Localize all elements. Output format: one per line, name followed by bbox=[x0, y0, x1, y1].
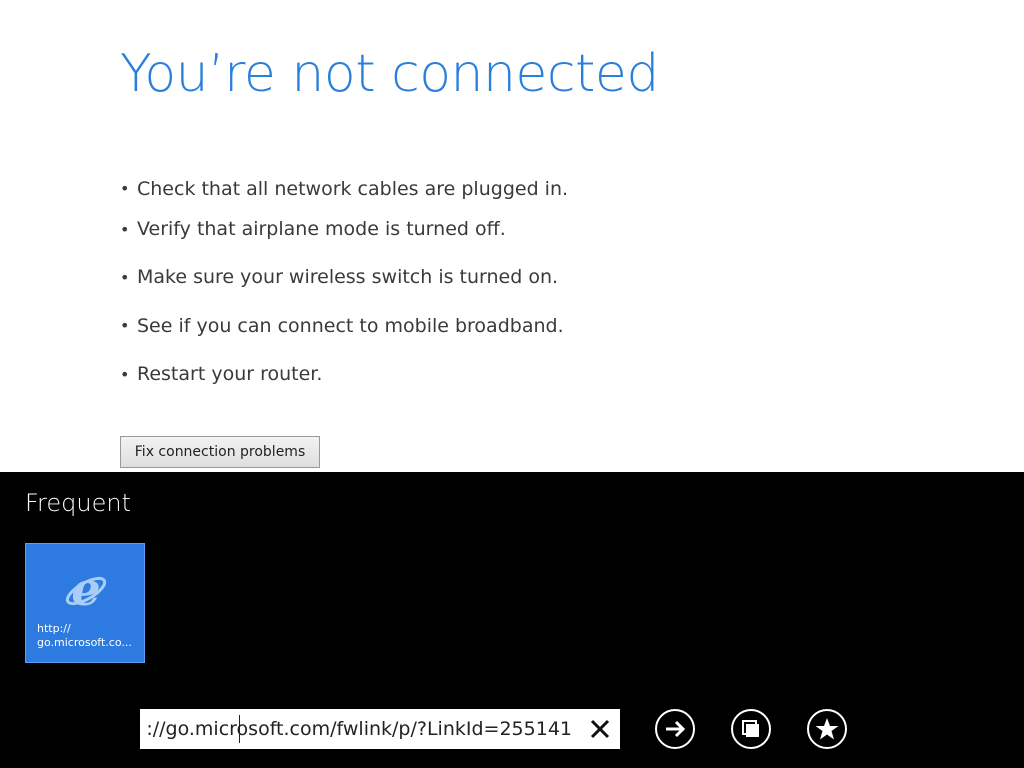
bullet: • bbox=[120, 316, 130, 336]
tab-pages-icon bbox=[742, 720, 759, 737]
address-bar[interactable]: p://go.microsoft.com/fwlink/p/?LinkId=25… bbox=[140, 709, 620, 749]
bullet: • bbox=[120, 364, 130, 384]
navigation-app-bar: Frequent e http:// go.microsoft.co... p:… bbox=[0, 472, 1024, 768]
close-icon bbox=[590, 719, 610, 739]
tip-text: See if you can connect to mobile broadba… bbox=[137, 314, 564, 337]
text-cursor bbox=[239, 715, 240, 743]
tip-text: Check that all network cables are plugge… bbox=[137, 177, 569, 200]
bullet: • bbox=[120, 179, 130, 198]
favorites-button[interactable] bbox=[807, 709, 847, 749]
fix-connection-problems-button[interactable]: Fix connection problems bbox=[120, 436, 320, 468]
tip-text: Verify that airplane mode is turned off. bbox=[137, 218, 506, 241]
internet-explorer-icon: e bbox=[65, 566, 107, 612]
bullet: • bbox=[120, 267, 130, 287]
page-title: You’re not connected bbox=[120, 44, 659, 104]
go-button[interactable] bbox=[655, 709, 695, 749]
tile-label-line: http:// bbox=[37, 622, 71, 635]
clear-address-button[interactable] bbox=[588, 717, 612, 741]
list-item: • Make sure your wireless switch is turn… bbox=[120, 253, 568, 301]
tile-label: http:// go.microsoft.co... bbox=[37, 622, 141, 650]
error-page: You’re not connected • Check that all ne… bbox=[0, 0, 1024, 472]
tip-text: Make sure your wireless switch is turned… bbox=[137, 266, 559, 289]
address-field[interactable]: p://go.microsoft.com/fwlink/p/?LinkId=25… bbox=[146, 709, 572, 749]
troubleshooting-list: • Check that all network cables are plug… bbox=[120, 172, 568, 398]
tile-label-line: go.microsoft.co... bbox=[37, 636, 132, 649]
tabs-button[interactable] bbox=[731, 709, 771, 749]
bullet: • bbox=[120, 219, 130, 239]
tip-text: Restart your router. bbox=[137, 363, 323, 386]
frequent-heading: Frequent bbox=[25, 489, 131, 517]
list-item: • Restart your router. bbox=[120, 350, 568, 398]
list-item: • Verify that airplane mode is turned of… bbox=[120, 205, 568, 253]
list-item: • See if you can connect to mobile broad… bbox=[120, 302, 568, 350]
frequent-site-tile[interactable]: e http:// go.microsoft.co... bbox=[25, 543, 145, 663]
star-icon bbox=[815, 718, 839, 740]
address-input[interactable]: p://go.microsoft.com/fwlink/p/?LinkId=25… bbox=[146, 709, 572, 749]
arrow-right-icon bbox=[666, 720, 686, 738]
list-item: • Check that all network cables are plug… bbox=[120, 172, 568, 205]
